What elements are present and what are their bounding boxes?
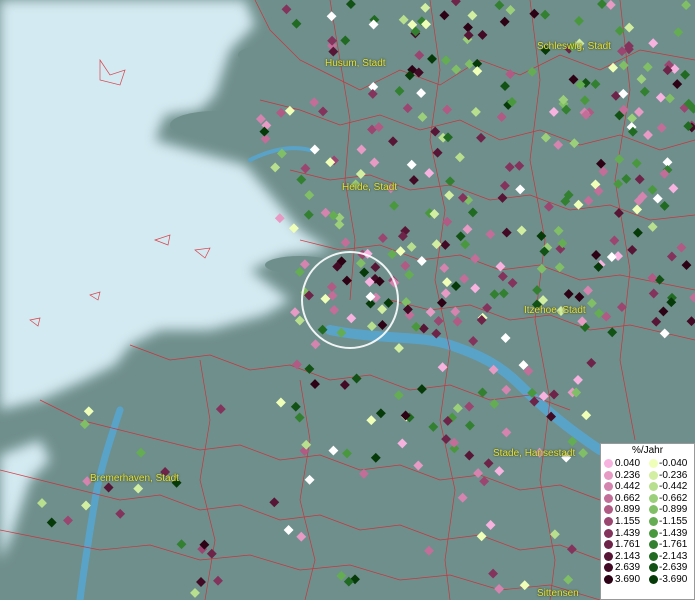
legend-value-negative: -0.662 bbox=[659, 492, 688, 504]
legend-swatch-positive bbox=[604, 470, 613, 480]
legend-swatch-positive bbox=[604, 574, 613, 584]
legend-swatch-negative bbox=[649, 516, 658, 526]
map-view[interactable]: Husum, Stadt Schleswig, Stadt Heide, Sta… bbox=[0, 0, 695, 600]
legend-swatch-positive bbox=[604, 551, 613, 561]
legend-value-positive: 2.639 bbox=[615, 562, 641, 574]
legend-value-negative: -0.899 bbox=[659, 504, 688, 516]
legend-swatch-negative bbox=[649, 551, 658, 561]
legend-swatch-negative bbox=[649, 574, 658, 584]
legend-swatch-negative bbox=[649, 563, 658, 573]
legend-value-negative: -0.236 bbox=[659, 469, 688, 481]
legend-value-negative: -3.690 bbox=[659, 573, 688, 585]
legend-value-positive: 0.662 bbox=[615, 492, 641, 504]
legend-rows: 0.040 -0.040 0.236 -0.236 0.442 -0.442 0.662 -0… bbox=[601, 458, 694, 586]
legend-value-positive: 0.236 bbox=[615, 469, 641, 481]
legend-row: 0.040 -0.040 bbox=[601, 458, 694, 470]
legend-swatch-negative bbox=[649, 493, 658, 503]
legend-value-positive: 0.899 bbox=[615, 504, 641, 516]
legend-swatch-negative bbox=[649, 470, 658, 480]
legend-value-positive: 3.690 bbox=[615, 573, 641, 585]
city-label-schleswig: Schleswig, Stadt bbox=[537, 41, 611, 52]
legend-swatch-negative bbox=[649, 459, 658, 468]
legend-row: 0.662 -0.662 bbox=[601, 493, 694, 505]
city-label-stade: Stade, Hansestadt bbox=[493, 448, 576, 459]
legend-row: 2.143 -2.143 bbox=[601, 551, 694, 563]
legend-value-negative: -1.761 bbox=[659, 539, 688, 551]
legend-title: %/Jahr bbox=[631, 445, 664, 456]
legend-value-negative: -0.040 bbox=[659, 458, 688, 469]
legend-swatch-positive bbox=[604, 540, 613, 550]
legend-value-negative: -1.155 bbox=[659, 515, 688, 527]
legend-value-positive: 2.143 bbox=[615, 550, 641, 562]
legend-swatch-positive bbox=[604, 563, 613, 573]
legend-swatch-negative bbox=[649, 505, 658, 515]
legend-swatch-negative bbox=[649, 482, 658, 492]
city-label-itzehoe: Itzehoe, Stadt bbox=[524, 305, 586, 316]
city-label-sittensen: Sittensen bbox=[537, 588, 579, 599]
legend-swatch-positive bbox=[604, 482, 613, 492]
legend-swatch-positive bbox=[604, 493, 613, 503]
legend-row: 1.155 -1.155 bbox=[601, 516, 694, 528]
legend-row: 2.639 -2.639 bbox=[601, 562, 694, 574]
legend-value-negative: -2.639 bbox=[659, 562, 688, 574]
legend-row: 0.236 -0.236 bbox=[601, 470, 694, 482]
legend-value-negative: -0.442 bbox=[659, 481, 688, 493]
legend-swatch-positive bbox=[604, 528, 613, 538]
legend-value-positive: 1.439 bbox=[615, 527, 641, 539]
legend-swatch-positive bbox=[604, 516, 613, 526]
legend-value-positive: 0.040 bbox=[615, 458, 641, 469]
legend-row: 0.442 -0.442 bbox=[601, 481, 694, 493]
legend-value-negative: -2.143 bbox=[659, 550, 688, 562]
legend-swatch-positive bbox=[604, 505, 613, 515]
legend-swatch-positive bbox=[604, 459, 613, 468]
legend-value-positive: 1.761 bbox=[615, 539, 641, 551]
legend-row: 1.439 -1.439 bbox=[601, 528, 694, 540]
legend-row: 3.690 -3.690 bbox=[601, 574, 694, 586]
legend-row: 1.761 -1.761 bbox=[601, 539, 694, 551]
city-label-bremerhaven: Bremerhaven, Stadt bbox=[90, 473, 179, 484]
legend-swatch-negative bbox=[649, 528, 658, 538]
legend-value-positive: 1.155 bbox=[615, 515, 641, 527]
legend-value-negative: -1.439 bbox=[659, 527, 688, 539]
legend-swatch-negative bbox=[649, 540, 658, 550]
legend: %/Jahr 0.040 -0.040 0.236 -0.236 0.442 -0.442… bbox=[600, 443, 695, 600]
legend-row: 0.899 -0.899 bbox=[601, 504, 694, 516]
map-canvas bbox=[0, 0, 695, 600]
legend-value-positive: 0.442 bbox=[615, 481, 641, 493]
city-label-heide: Heide, Stadt bbox=[342, 182, 398, 193]
city-label-husum: Husum, Stadt bbox=[325, 58, 386, 69]
